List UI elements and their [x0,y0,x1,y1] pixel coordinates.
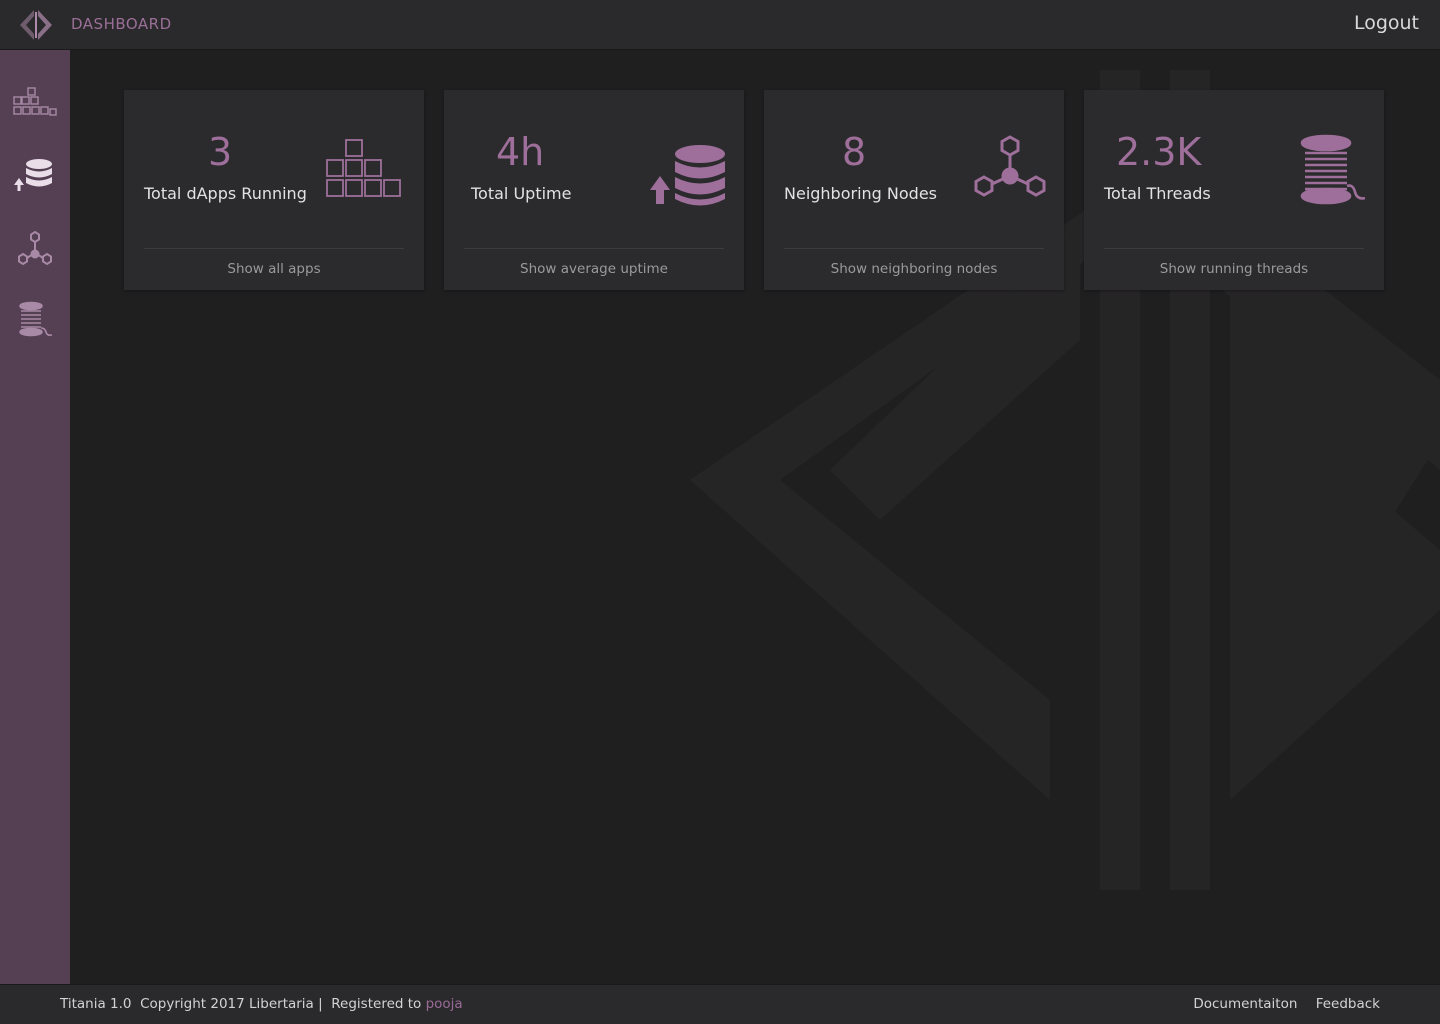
card-divider [1104,248,1364,249]
sidebar-item-threads[interactable] [0,290,70,354]
thread-spool-icon [1296,134,1370,210]
show-neighboring-nodes-link[interactable]: Show neighboring nodes [764,261,1064,277]
card-nodes: 8 Neighboring Nodes Show neighboring nod… [764,90,1064,290]
card-value: 8 [842,130,867,174]
footer-info: Titania 1.0 Copyright 2017 Libertaria | … [60,996,463,1012]
card-value: 4h [496,130,545,174]
page-title: DASHBOARD [71,15,172,33]
show-all-apps-link[interactable]: Show all apps [124,261,424,277]
card-divider [144,248,404,249]
main-content: 3 Total dApps Running Show all apps 4h T… [70,50,1440,984]
footer-version: Titania 1.0 [60,996,132,1012]
card-divider [464,248,724,249]
card-label: Total dApps Running [144,184,307,203]
footer-links: Documentaiton Feedback [1179,996,1380,1012]
sidebar [0,50,70,984]
footer: Titania 1.0 Copyright 2017 Libertaria | … [0,984,1440,1024]
apps-grid-icon [12,87,58,125]
sidebar-item-apps[interactable] [0,74,70,138]
network-nodes-icon [972,134,1048,206]
card-threads: 2.3K Total Threads Show running threads [1084,90,1384,290]
card-value: 2.3K [1116,130,1202,174]
apps-grid-icon [324,138,406,204]
show-running-threads-link[interactable]: Show running threads [1084,261,1384,277]
documentation-link[interactable]: Documentaiton [1193,996,1297,1012]
footer-registered-prefix: Registered to [331,996,422,1012]
card-value: 3 [208,130,233,174]
card-dapps: 3 Total dApps Running Show all apps [124,90,424,290]
card-divider [784,248,1044,249]
show-average-uptime-link[interactable]: Show average uptime [444,261,744,277]
card-label: Total Uptime [471,184,572,203]
network-nodes-icon [15,230,55,270]
logout-button[interactable]: Logout [1354,12,1419,34]
footer-copyright: Copyright 2017 Libertaria | [140,996,323,1012]
database-upload-icon [13,158,57,198]
footer-user-link[interactable]: pooja [426,996,463,1012]
top-header: DASHBOARD Logout [0,0,1440,50]
libertaria-logo-icon[interactable] [18,8,54,42]
database-upload-icon [648,142,732,212]
thread-spool-icon [15,301,55,343]
card-label: Total Threads [1104,184,1211,203]
sidebar-item-uptime[interactable] [0,146,70,210]
card-uptime: 4h Total Uptime Show average uptime [444,90,744,290]
sidebar-item-nodes[interactable] [0,218,70,282]
card-label: Neighboring Nodes [784,184,937,203]
feedback-link[interactable]: Feedback [1316,996,1380,1012]
